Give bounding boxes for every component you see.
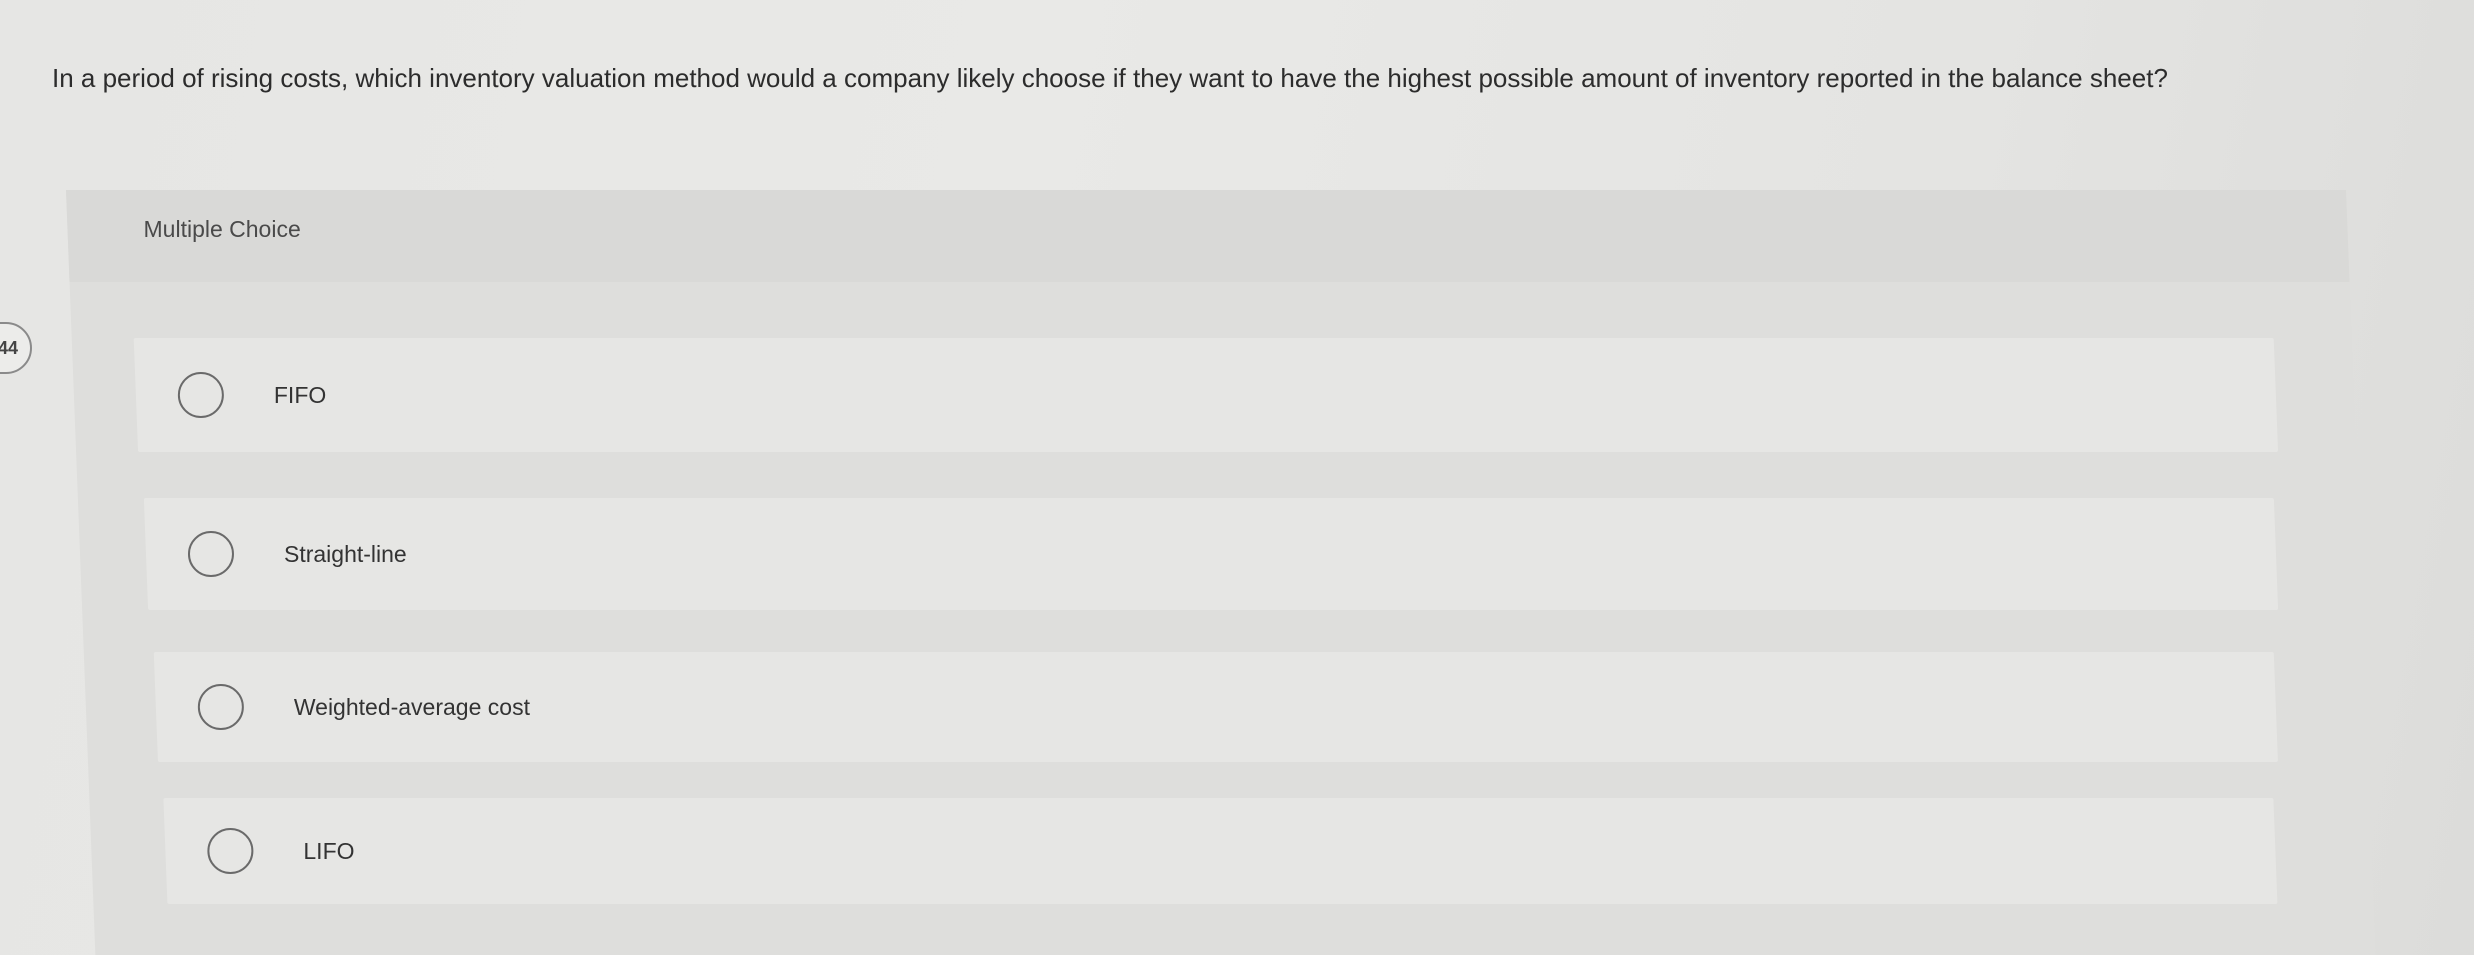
option-straight-line[interactable]: Straight-line xyxy=(143,498,2279,610)
option-weighted-average-cost[interactable]: Weighted-average cost xyxy=(153,652,2278,762)
radio-button[interactable] xyxy=(177,372,224,418)
radio-button[interactable] xyxy=(197,684,244,730)
question-number: 44 xyxy=(0,337,18,358)
option-lifo[interactable]: LIFO xyxy=(163,798,2278,904)
radio-button[interactable] xyxy=(187,531,234,577)
question-text: In a period of rising costs, which inven… xyxy=(52,63,2168,93)
option-label: LIFO xyxy=(303,837,355,864)
option-fifo[interactable]: FIFO xyxy=(133,338,2279,452)
multiple-choice-title: Multiple Choice xyxy=(143,216,301,242)
multiple-choice-panel: Multiple Choice FIFO Straight-line Weigh… xyxy=(66,190,2376,955)
option-label: Weighted-average cost xyxy=(293,693,530,720)
radio-button[interactable] xyxy=(207,828,254,874)
option-label: Straight-line xyxy=(283,540,407,567)
option-label: FIFO xyxy=(273,381,327,408)
multiple-choice-header: Multiple Choice xyxy=(66,190,2350,282)
question-number-badge: 44 xyxy=(0,322,32,374)
